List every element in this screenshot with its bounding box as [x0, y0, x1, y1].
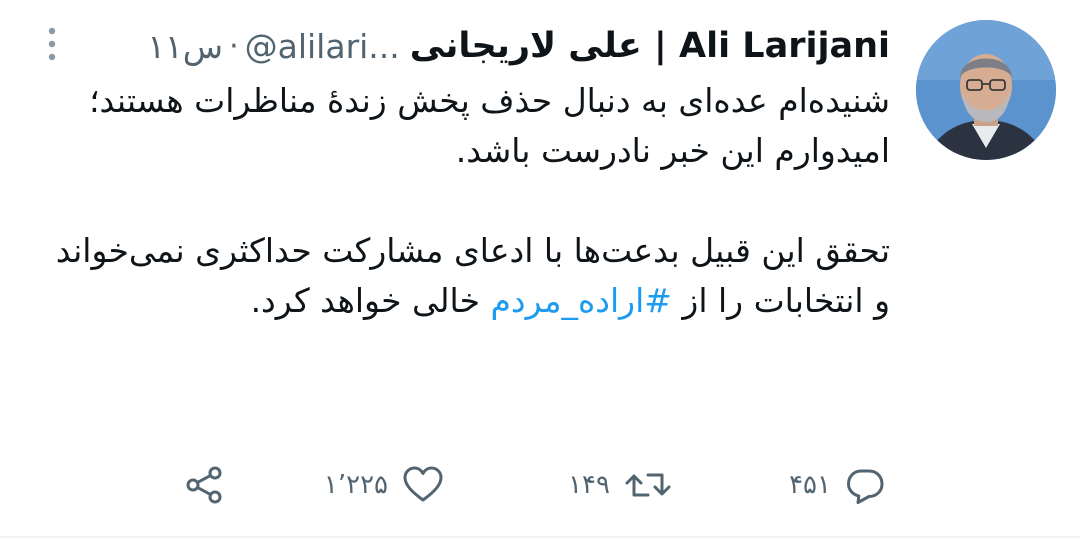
user-handle[interactable]: @alilari... — [245, 27, 400, 66]
retweet-button[interactable]: ۱۴۹ — [568, 460, 672, 510]
separator-dot: · — [229, 28, 239, 64]
like-icon — [403, 466, 443, 502]
paragraph-2-end: خالی خواهد کرد. — [250, 281, 491, 320]
like-count: ۱٬۲۲۵ — [323, 470, 388, 500]
tweet-timestamp[interactable]: ۱۱س — [147, 27, 223, 66]
divider — [0, 536, 1080, 538]
more-button[interactable] — [40, 24, 64, 64]
action-bar: ۴۵۱ ۱۴۹ ۱٬۲۲۵ — [0, 460, 1080, 510]
display-name[interactable]: علی لاریجانی | Ali Larijani — [410, 26, 890, 66]
share-icon — [186, 466, 222, 504]
like-button[interactable]: ۱٬۲۲۵ — [324, 460, 444, 510]
tweet-paragraph-2: تحقق این قبیل بدعت‌ها با ادعای مشارکت حد… — [45, 226, 890, 326]
tweet-text: شنیده‌ام عده‌ای به دنبال حذف پخش زندهٔ م… — [45, 76, 890, 326]
reply-icon — [847, 469, 884, 504]
share-button[interactable] — [184, 460, 224, 510]
retweet-icon — [625, 473, 671, 497]
reply-count: ۴۵۱ — [789, 470, 831, 500]
tweet-card[interactable]: علی لاریجانی | Ali Larijani @alilari... … — [0, 0, 1080, 541]
more-icon — [48, 27, 56, 61]
avatar-photo — [916, 20, 1056, 160]
tweet-header: علی لاریجانی | Ali Larijani @alilari... … — [147, 22, 890, 70]
reply-button[interactable]: ۴۵۱ — [789, 460, 885, 510]
retweet-count: ۱۴۹ — [568, 470, 610, 500]
tweet-paragraph-1: شنیده‌ام عده‌ای به دنبال حذف پخش زندهٔ م… — [89, 81, 890, 170]
avatar[interactable] — [916, 20, 1056, 160]
hashtag-link[interactable]: #اراده_مردم — [491, 281, 672, 320]
